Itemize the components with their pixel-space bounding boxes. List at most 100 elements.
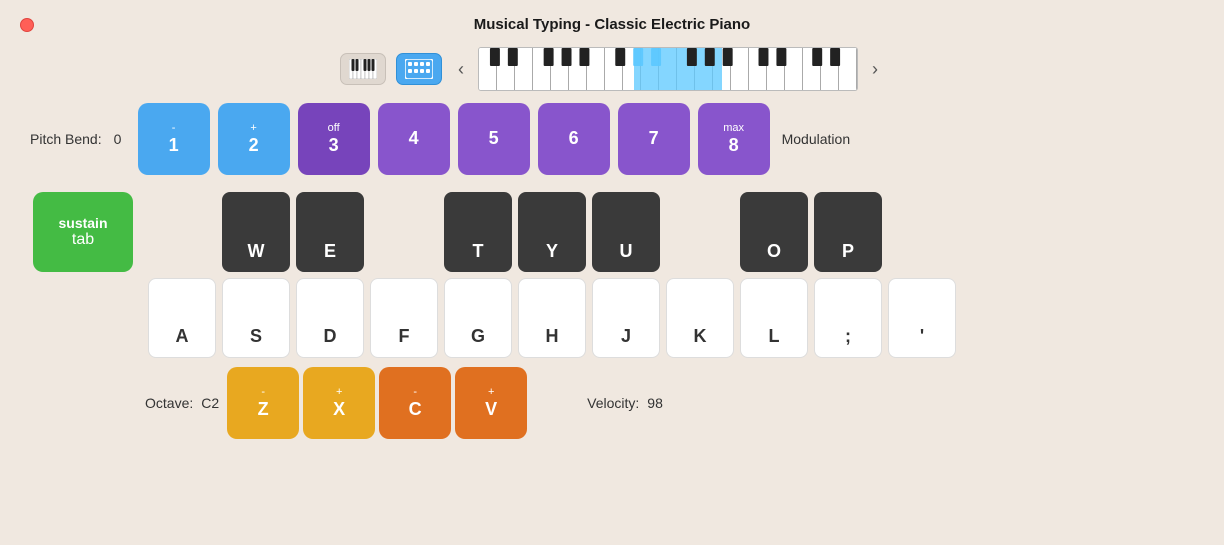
pitch-bend-row: Pitch Bend: 0 - 1 + 2 off 3 4 (30, 103, 1194, 175)
toolbar: ‹ (0, 41, 1224, 103)
octave-btn-Z[interactable]: - Z (227, 367, 299, 439)
pitch-btn-2-bot: 2 (249, 135, 259, 157)
wkey (821, 48, 839, 91)
wkey (731, 48, 749, 91)
pitch-bend-value: 0 (114, 131, 130, 147)
pitch-btn-5[interactable]: 5 (458, 103, 530, 175)
octave-btn-C[interactable]: - C (379, 367, 451, 439)
octave-btn-V[interactable]: + V (455, 367, 527, 439)
wkey (533, 48, 551, 91)
wkey (623, 48, 641, 91)
velocity-value: 98 (647, 395, 663, 411)
pitch-btn-7-bot: 7 (649, 128, 659, 150)
pitch-btn-3-bot: 3 (329, 135, 339, 157)
wkey (713, 48, 731, 91)
pitch-btn-8-bot: 8 (729, 135, 739, 157)
octave-btn-C-bot: C (409, 399, 422, 421)
key-U[interactable]: U (592, 192, 660, 272)
wkey (749, 48, 767, 91)
wkey (785, 48, 803, 91)
pitch-btn-2[interactable]: + 2 (218, 103, 290, 175)
wkey (569, 48, 587, 91)
pitch-btn-8-top: max (723, 122, 744, 135)
sustain-top-label: sustain (58, 215, 107, 231)
key-G[interactable]: G (444, 278, 512, 358)
pitch-btn-1[interactable]: - 1 (138, 103, 210, 175)
pitch-btn-3-top: off (328, 122, 340, 135)
window-title: Musical Typing - Classic Electric Piano (474, 16, 750, 33)
wkey (515, 48, 533, 91)
key-P[interactable]: P (814, 192, 882, 272)
nav-left-button[interactable]: ‹ (452, 57, 470, 82)
velocity-label: Velocity: (587, 395, 639, 411)
octave-btn-V-top: + (488, 386, 494, 399)
octave-btn-Z-bot: Z (258, 399, 269, 421)
octave-label: Octave: (145, 395, 193, 411)
key-J[interactable]: J (592, 278, 660, 358)
pitch-btn-8[interactable]: max 8 (698, 103, 770, 175)
main-content: Pitch Bend: 0 - 1 + 2 off 3 4 (0, 103, 1224, 439)
key-apostrophe[interactable]: ' (888, 278, 956, 358)
wkey (659, 48, 677, 91)
key-S[interactable]: S (222, 278, 290, 358)
wkey (605, 48, 623, 91)
pitch-btn-6-bot: 6 (569, 128, 579, 150)
main-window: Musical Typing - Classic Electric Piano (0, 0, 1224, 545)
piano-navigation: ‹ (452, 47, 884, 91)
sustain-button[interactable]: sustain tab (33, 192, 133, 272)
pitch-btn-2-top: + (250, 122, 256, 135)
key-L[interactable]: L (740, 278, 808, 358)
piano-view-button[interactable] (340, 53, 386, 85)
octave-btn-Z-top: - (261, 386, 265, 399)
wkey (641, 48, 659, 91)
nav-right-button[interactable]: › (866, 57, 884, 82)
sustain-bot-label: tab (72, 231, 94, 249)
octave-btn-C-top: - (413, 386, 417, 399)
black-keys-row: W E T Y U O P (141, 189, 959, 275)
octave-btn-X-bot: X (333, 399, 345, 421)
octave-value: C2 (201, 395, 219, 411)
wkey (695, 48, 713, 91)
octave-btn-V-bot: V (485, 399, 497, 421)
wkey (587, 48, 605, 91)
pitch-btn-1-top: - (172, 122, 176, 135)
close-button[interactable] (20, 18, 34, 32)
modulation-label: Modulation (782, 131, 851, 147)
white-keys-row-main: A S D F G H J K L ; ' (141, 275, 959, 361)
piano-icon (349, 59, 377, 79)
key-T[interactable]: T (444, 192, 512, 272)
pitch-btn-6[interactable]: 6 (538, 103, 610, 175)
key-D[interactable]: D (296, 278, 364, 358)
keys-layout: W E T Y U O P (141, 189, 959, 439)
key-W[interactable]: W (222, 192, 290, 272)
keyboard-area: sustain tab W E T Y (30, 189, 1194, 439)
key-H[interactable]: H (518, 278, 586, 358)
white-keys-row (479, 48, 857, 91)
pitch-btn-1-bot: 1 (169, 135, 179, 157)
keyboard-view-button[interactable] (396, 53, 442, 85)
octave-btn-X[interactable]: + X (303, 367, 375, 439)
pitch-btn-4[interactable]: 4 (378, 103, 450, 175)
octave-row: Octave: C2 - Z + X - C (141, 367, 959, 439)
wkey (677, 48, 695, 91)
key-A[interactable]: A (148, 278, 216, 358)
key-K[interactable]: K (666, 278, 734, 358)
wkey (497, 48, 515, 91)
wkey (839, 48, 857, 91)
key-O[interactable]: O (740, 192, 808, 272)
wkey (767, 48, 785, 91)
pitch-btn-3[interactable]: off 3 (298, 103, 370, 175)
key-E[interactable]: E (296, 192, 364, 272)
wkey (551, 48, 569, 91)
piano-strip[interactable] (478, 47, 858, 91)
octave-btn-X-top: + (336, 386, 342, 399)
pitch-btn-7[interactable]: 7 (618, 103, 690, 175)
pitch-btn-4-bot: 4 (409, 128, 419, 150)
key-F[interactable]: F (370, 278, 438, 358)
key-semicolon[interactable]: ; (814, 278, 882, 358)
pitch-btn-5-bot: 5 (489, 128, 499, 150)
pitch-bend-label: Pitch Bend: (30, 131, 102, 147)
title-bar: Musical Typing - Classic Electric Piano (0, 0, 1224, 41)
velocity-container: Velocity: 98 (587, 395, 663, 411)
key-Y[interactable]: Y (518, 192, 586, 272)
